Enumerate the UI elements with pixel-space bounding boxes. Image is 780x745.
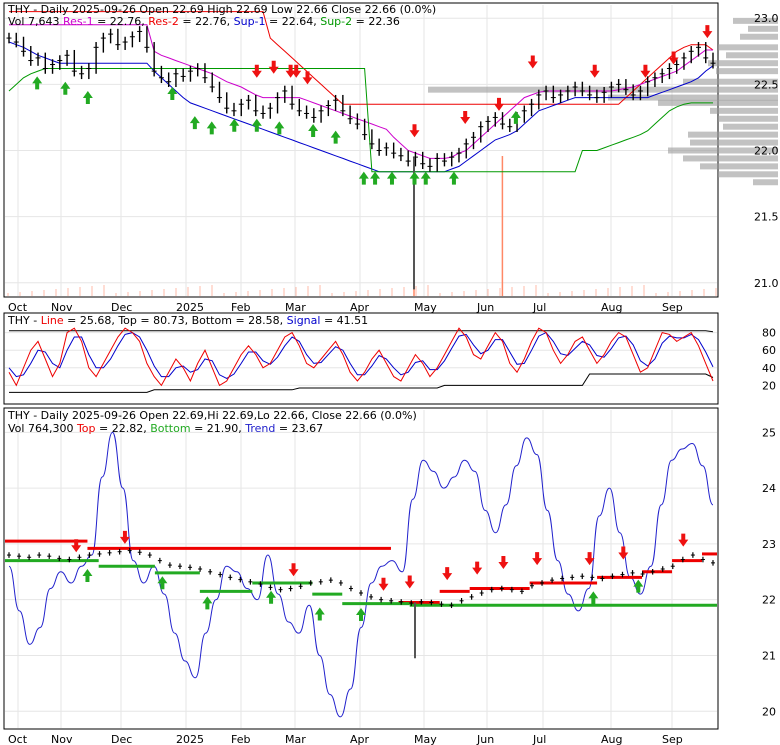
trend-month-label: May [414, 733, 437, 745]
price-month-label: Sep [662, 301, 683, 314]
res1-label: Res-1 [63, 15, 94, 28]
price-y-tick-label: 22.5 [754, 78, 779, 91]
volume-profile-bar [723, 123, 778, 130]
volume-profile-bar [726, 52, 778, 59]
volume-profile-bar [428, 86, 778, 93]
trend-y-tick-label: 25 [762, 426, 776, 439]
trend-month-label: Oct [8, 733, 28, 745]
stoch-ticker: THY [7, 314, 30, 327]
volume-profile-bar [718, 171, 778, 178]
trend-y-ticks: 25 24 23 22 21 20 [762, 426, 776, 718]
stoch-bottom-value: = 28.58, [232, 314, 287, 327]
price-month-label: Apr [350, 301, 370, 314]
trend-ticker: THY [7, 409, 30, 422]
stoch-top-label: Top [117, 314, 137, 327]
price-month-label: Jun [476, 301, 494, 314]
trend-header-line2: Vol 764,300 Top = 22.82, Bottom = 21.90,… [8, 422, 323, 435]
price-month-label: Aug [601, 301, 622, 314]
price-month-label: Jul [532, 301, 546, 314]
volume-profile-bar [718, 44, 778, 51]
volume-profile-bar [658, 99, 778, 106]
stochastic-y-ticks: 80 60 40 20 [762, 327, 776, 393]
trend-month-label: Nov [51, 733, 73, 745]
trend-header-line1: THY - Daily 2025-09-26 Open 22.69,Hi 22.… [7, 409, 417, 422]
volume-profile-bar [700, 163, 778, 170]
trend-bottom-value: = 21.90, [191, 422, 242, 435]
res1-value: = 22.76, [94, 15, 145, 28]
trend-top-label: Top [76, 422, 96, 435]
price-y-tick-label: 23.0 [754, 12, 779, 25]
price-month-label: Nov [51, 301, 73, 314]
volume-label: Vol 7,643 [8, 15, 59, 28]
trend-month-label: Dec [111, 733, 132, 745]
price-y-tick-label: 21.5 [754, 211, 779, 224]
stochastic-y-tick-label: 60 [762, 344, 776, 357]
trend-month-label: Jun [476, 733, 494, 745]
res2-label: Res-2 [148, 15, 179, 28]
trend-trend-value: = 23.67 [275, 422, 323, 435]
volume-profile-bar [716, 68, 778, 75]
sup1-value: = 22.64, [266, 15, 317, 28]
trend-y-tick-label: 22 [762, 594, 776, 607]
res2-value: = 22.76, [179, 15, 230, 28]
stochastic-panel: 80 60 40 20 THY - Line = 25.68, Top = 80.73… [3, 312, 776, 405]
trend-month-label: Mar [285, 733, 306, 745]
trend-month-label: Sep [662, 733, 683, 745]
stoch-signal-value: = 41.51 [320, 314, 368, 327]
trend-panel: 25 24 23 22 21 20 Oct Nov Dec 2025 Feb Mar Apr May Ju… [3, 407, 776, 745]
price-month-label: Dec [111, 301, 132, 314]
volume-profile-bar [740, 33, 778, 40]
trend-y-tick-label: 21 [762, 649, 776, 662]
price-month-label: Mar [285, 301, 306, 314]
price-month-label: Feb [231, 301, 250, 314]
price-month-label: 2025 [176, 301, 204, 314]
trend-volume: Vol 764,300 [8, 422, 73, 435]
volume-profile-bar [718, 115, 778, 122]
trend-trend-label: Trend [244, 422, 275, 435]
trend-month-label: Apr [350, 733, 370, 745]
volume-profile-bar [753, 179, 778, 186]
sup1-label: Sup-1 [234, 15, 266, 28]
stoch-line-label: Line [41, 314, 64, 327]
price-y-tick-label: 22.0 [754, 145, 779, 158]
trend-ohlc: - Daily 2025-09-26 Open 22.69,Hi 22.69,L… [30, 409, 417, 422]
stoch-bottom-label: Bottom [192, 314, 232, 327]
stochastic-y-tick-label: 40 [762, 362, 776, 375]
trend-bottom-label: Bottom [150, 422, 190, 435]
stoch-top-value: = 80.73, [137, 314, 192, 327]
volume-profile-bar [688, 131, 778, 138]
price-month-label: May [414, 301, 437, 314]
trend-month-label: Jul [532, 733, 546, 745]
price-y-tick-label: 21.0 [754, 277, 779, 290]
price-panel: 23.0 22.5 22.0 21.5 21.0 Oct Nov Dec 2025 Feb Mar… [3, 2, 779, 314]
price-header-line2: Vol 7,643 Res-1 = 22.76, Res-2 = 22.76, … [8, 15, 400, 28]
volume-profile-bar [708, 60, 778, 67]
stoch-line-value: = 25.68, [64, 314, 119, 327]
trend-top-value: = 22.82, [96, 422, 147, 435]
stochastic-y-tick-label: 80 [762, 327, 776, 340]
sup2-value: = 22.36 [352, 15, 400, 28]
volume-profile-bar [748, 25, 778, 32]
trend-y-tick-label: 24 [762, 482, 776, 495]
sup2-label: Sup-2 [320, 15, 352, 28]
stoch-signal-label: Signal [287, 314, 321, 327]
volume-profile-bar [710, 107, 778, 114]
price-month-label: Oct [8, 301, 28, 314]
stock-chart: 23.022.522.021.521.0 Oct Nov Dec 2025 Feb Mar… [3, 2, 779, 745]
trend-y-tick-label: 20 [762, 705, 776, 718]
trend-month-label: Aug [601, 733, 622, 745]
trend-month-label: Feb [231, 733, 250, 745]
stochastic-y-tick-label: 20 [762, 379, 776, 392]
stochastic-header: THY - Line = 25.68, Top = 80.73, Bottom … [7, 314, 368, 327]
trend-y-tick-label: 23 [762, 538, 776, 551]
month-x-ticks: Oct Nov Dec 2025 Feb Mar Apr May Jun Jul Aug Sep [8, 301, 683, 314]
trend-month-label: 2025 [176, 733, 204, 745]
trend-month-x-ticks: Oct Nov Dec 2025 Feb Mar Apr May Jun Jul Aug Sep [8, 733, 683, 745]
